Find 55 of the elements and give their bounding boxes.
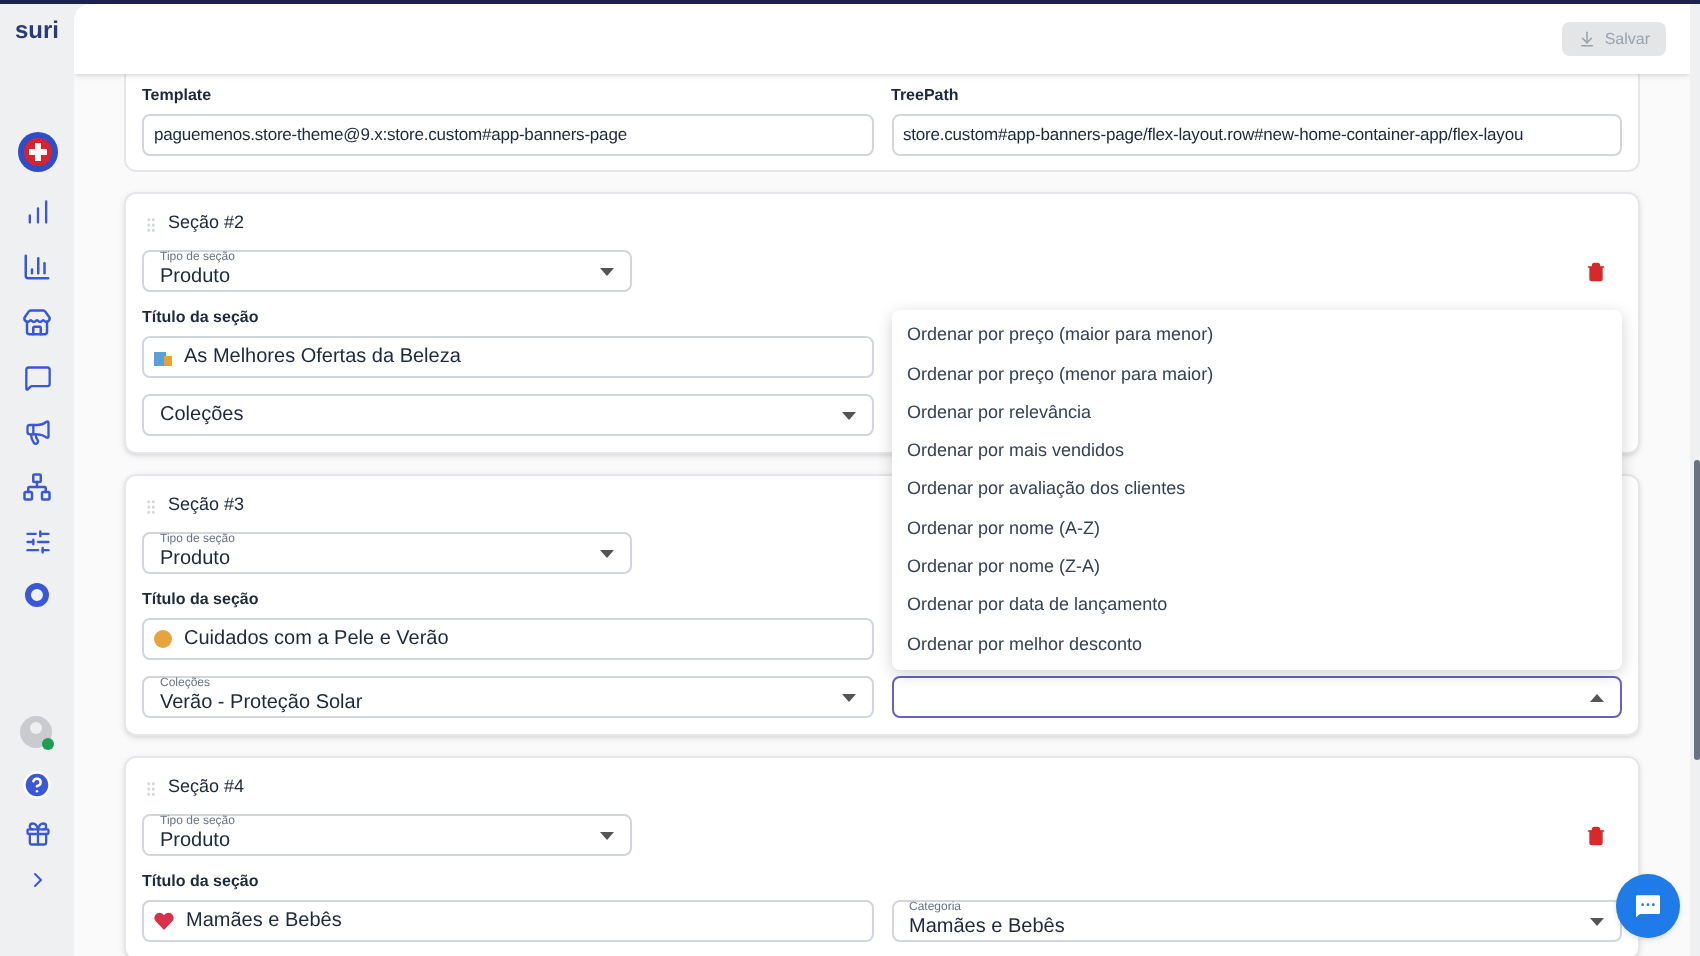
field-label: Título da seção xyxy=(142,590,259,610)
column-chart-icon[interactable] xyxy=(22,252,52,282)
caret-icon xyxy=(600,831,614,839)
menu-item[interactable]: Ordenar por melhor desconto xyxy=(891,625,1622,664)
menu-item[interactable]: Ordenar por nome (Z-A) xyxy=(891,548,1622,587)
caret-icon xyxy=(841,411,855,419)
input-field[interactable]: Mamães e Bebês xyxy=(142,900,873,942)
drag-handle-icon[interactable] xyxy=(142,497,160,515)
field-label: Título da seção xyxy=(142,872,259,892)
section-title: Seção #3 xyxy=(168,492,245,519)
section-title: Seção #2 xyxy=(168,210,245,237)
field-label: Título da seção xyxy=(142,308,259,328)
drag-handle-icon[interactable] xyxy=(142,779,160,797)
field-label: TreePath xyxy=(891,84,959,108)
menu-item[interactable]: Ordenar por avaliação dos clientes xyxy=(891,471,1622,510)
ring-icon[interactable] xyxy=(24,582,50,608)
store-icon[interactable] xyxy=(22,308,52,338)
select-field[interactable] xyxy=(891,676,1622,718)
sitemap-icon[interactable] xyxy=(22,472,52,502)
shopping-bag-icon xyxy=(154,348,172,366)
menu-item[interactable]: Ordenar por preço (menor para maior) xyxy=(891,355,1622,394)
caret-icon xyxy=(600,267,614,275)
input-field[interactable]: Cuidados com a Pele e Verão xyxy=(142,618,873,660)
input-field[interactable]: paguemenos.store-theme@9.x:store.custom#app-banners-page xyxy=(142,114,873,156)
help-icon[interactable] xyxy=(22,770,52,800)
sliders-icon[interactable] xyxy=(23,528,51,556)
logo[interactable]: suri xyxy=(14,12,59,56)
select-field[interactable]: Coleções xyxy=(142,394,873,436)
gift-icon[interactable] xyxy=(23,820,51,848)
menu-item[interactable]: Ordenar por data de lançamento xyxy=(891,586,1622,626)
menu-item[interactable]: Ordenar por nome (A-Z) xyxy=(891,509,1622,549)
megaphone-icon[interactable] xyxy=(23,418,51,446)
section-title: Seção #4 xyxy=(168,774,245,801)
menu-item[interactable]: Ordenar por mais vendidos xyxy=(891,432,1622,472)
menu-item[interactable]: Ordenar por preço (maior para menor) xyxy=(891,316,1622,356)
caret-icon xyxy=(841,693,855,701)
download-icon xyxy=(1578,30,1597,48)
medical-cross-icon[interactable] xyxy=(17,132,57,172)
caret-icon xyxy=(1590,693,1604,701)
menu-item[interactable]: Ordenar por relevância xyxy=(891,393,1622,433)
chat-icon[interactable] xyxy=(23,364,51,392)
delete-icon[interactable] xyxy=(1586,261,1606,281)
round-emoji-icon xyxy=(154,630,172,648)
avatar-icon[interactable] xyxy=(20,716,54,750)
chat-bubble-icon xyxy=(1632,890,1664,922)
input-field[interactable]: store.custom#app-banners-page/flex-layout.row#new-home-container-app/flex-layou xyxy=(891,114,1622,156)
heart-icon xyxy=(154,912,174,930)
caret-icon xyxy=(1590,917,1604,925)
input-field[interactable]: As Melhores Ofertas da Beleza xyxy=(142,336,873,378)
caret-icon xyxy=(600,549,614,557)
bar-chart-icon[interactable] xyxy=(23,198,51,226)
field-label: Template xyxy=(142,84,212,108)
scrollbar[interactable] xyxy=(1694,460,1700,760)
delete-icon[interactable] xyxy=(1586,825,1606,845)
drag-handle-icon[interactable] xyxy=(142,215,160,233)
